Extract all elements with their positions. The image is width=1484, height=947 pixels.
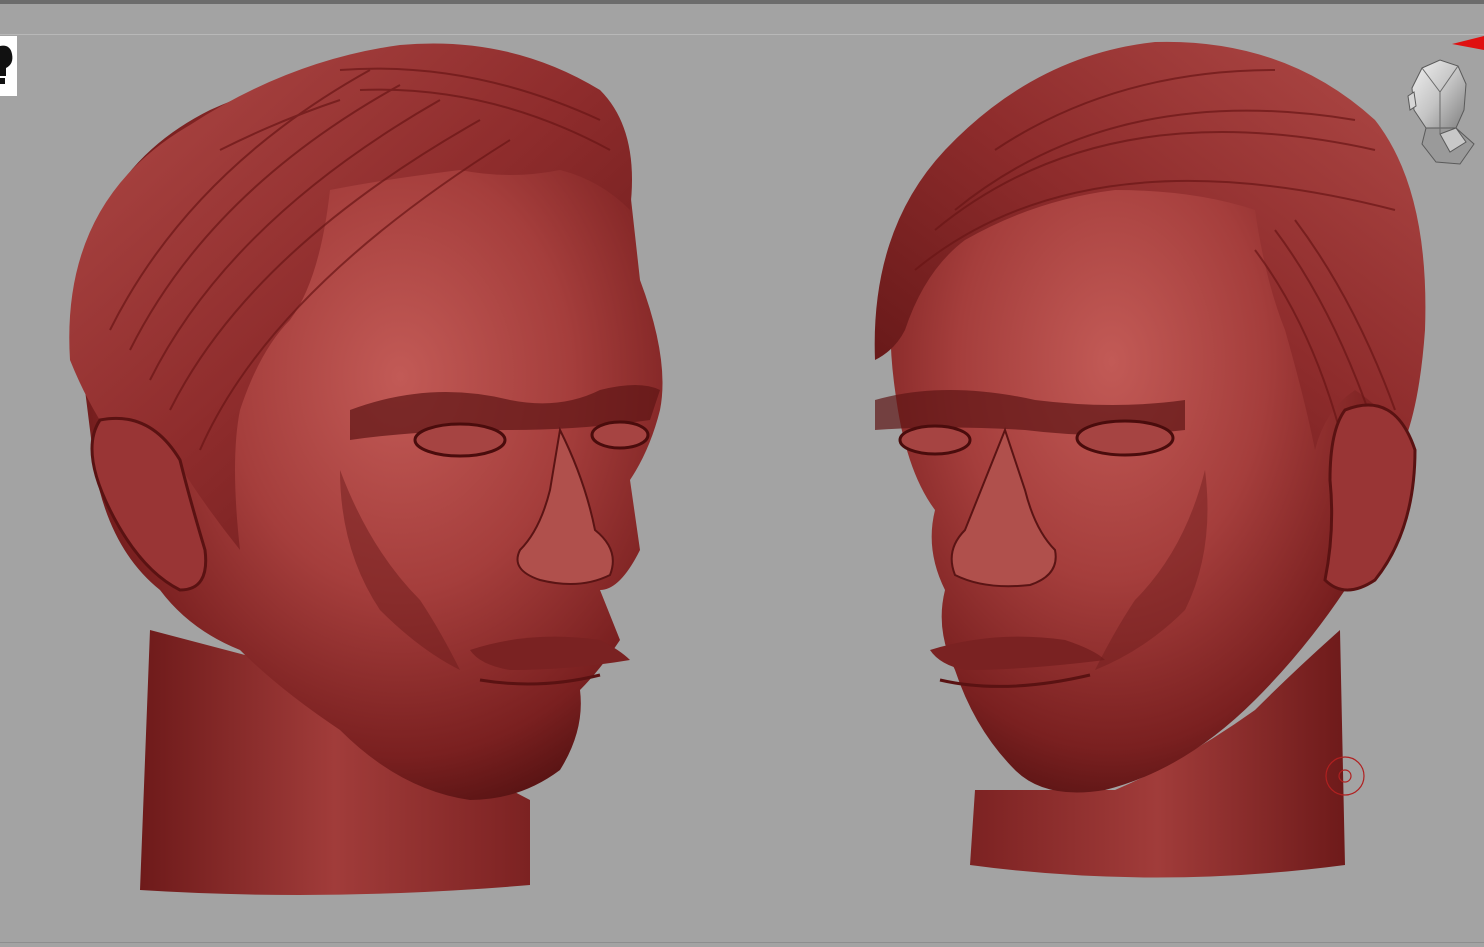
navigation-head-icon[interactable] bbox=[1400, 52, 1484, 176]
document-canvas[interactable] bbox=[0, 0, 1484, 947]
left-eye-2 bbox=[590, 420, 650, 450]
top-border bbox=[0, 0, 1484, 4]
canvas-bottom-rule bbox=[0, 942, 1484, 943]
sculpt-view-left[interactable] bbox=[40, 30, 700, 910]
right-eye-2 bbox=[1075, 419, 1175, 457]
top-right-marker bbox=[1452, 36, 1484, 50]
corner-badge[interactable] bbox=[0, 36, 17, 96]
right-ear bbox=[1323, 403, 1417, 592]
brush-cursor-icon bbox=[1325, 756, 1365, 796]
right-eye-1 bbox=[898, 424, 972, 456]
left-eye-1 bbox=[413, 422, 507, 458]
